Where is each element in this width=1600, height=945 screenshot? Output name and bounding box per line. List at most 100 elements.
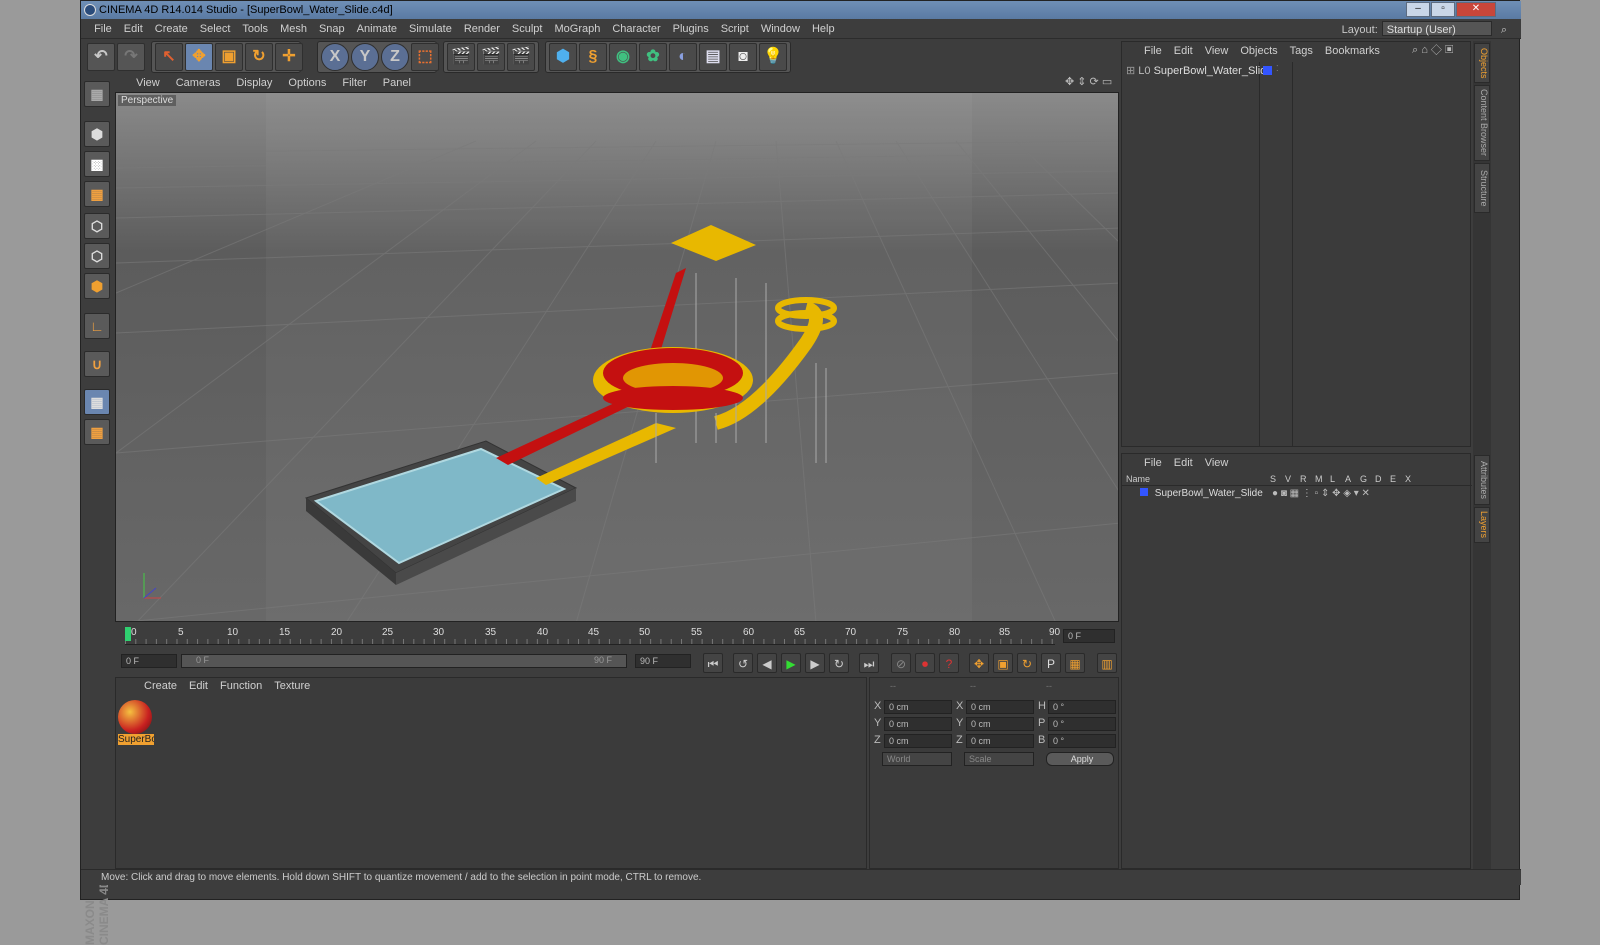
rotation-p-field[interactable]: 0 ° [1048, 717, 1116, 731]
material-menu-texture[interactable]: Texture [268, 678, 316, 694]
locked-workplane-icon[interactable]: ▦ [84, 419, 110, 445]
next-frame-icon[interactable]: ▶ [805, 653, 825, 673]
texture-mode-icon[interactable]: ▩ [84, 151, 110, 177]
size-x-field[interactable]: 0 cm [966, 700, 1034, 714]
menu-file[interactable]: File [88, 19, 118, 39]
coordinate-system-icon[interactable]: ⬚ [411, 43, 439, 71]
material-menu-function[interactable]: Function [214, 678, 268, 694]
maximize-button[interactable]: ▫ [1431, 2, 1455, 17]
previous-frame-icon[interactable]: ◀ [757, 653, 777, 673]
menu-mesh[interactable]: Mesh [274, 19, 313, 39]
key-position-icon[interactable]: ✥ [969, 653, 989, 673]
rotation-b-field[interactable]: 0 ° [1048, 734, 1116, 748]
make-editable-icon[interactable]: ▦ [84, 81, 110, 107]
edges-mode-icon[interactable]: ⬡ [84, 243, 110, 269]
position-z-field[interactable]: 0 cm [884, 734, 952, 748]
viewport-menu-filter[interactable]: Filter [334, 75, 374, 91]
play-icon[interactable]: ▶ [781, 653, 801, 673]
menu-simulate[interactable]: Simulate [403, 19, 458, 39]
position-y-field[interactable]: 0 cm [884, 717, 952, 731]
current-frame-field[interactable]: 0 F [1063, 629, 1115, 643]
layer-menu-view[interactable]: View [1199, 454, 1235, 472]
transform-icon[interactable]: ✛ [275, 43, 303, 71]
object-row[interactable]: ⊞ L0 SuperBowl_Water_Slide [1126, 64, 1272, 78]
light-icon[interactable]: 💡 [759, 43, 787, 71]
menu-script[interactable]: Script [715, 19, 755, 39]
size-mode-select[interactable]: Scale [964, 752, 1034, 766]
render-view-icon[interactable]: 🎬 [447, 43, 475, 71]
start-frame-field[interactable]: 0 F [121, 654, 177, 668]
minimize-button[interactable]: – [1406, 2, 1430, 17]
move-icon[interactable]: ✥ [185, 43, 213, 71]
end-frame-field[interactable]: 90 F [635, 654, 691, 668]
layer-menu-file[interactable]: File [1138, 454, 1168, 472]
viewport-menu-view[interactable]: View [128, 75, 168, 91]
key-scale-icon[interactable]: ▣ [993, 653, 1013, 673]
record-icon[interactable]: ⏺ [915, 653, 935, 673]
tab-structure[interactable]: Structure [1474, 163, 1490, 213]
layer-menu-edit[interactable]: Edit [1168, 454, 1199, 472]
object-menu-bookmarks[interactable]: Bookmarks [1319, 42, 1386, 60]
help-key-icon[interactable]: ? [939, 653, 959, 673]
floor-scene-icon[interactable]: ▤ [699, 43, 727, 71]
coordinate-space-select[interactable]: World [882, 752, 952, 766]
size-z-field[interactable]: 0 cm [966, 734, 1034, 748]
cube-object-icon[interactable]: ⬢ [549, 43, 577, 71]
go-to-end-icon[interactable]: ⏭ [859, 653, 879, 673]
expand-icon[interactable]: ⊞ [1126, 65, 1135, 77]
viewport-menu-panel[interactable]: Panel [375, 75, 419, 91]
layer-row[interactable]: SuperBowl_Water_Slide ● ◙ ▦ ⋮ ▫ ⇕ ✥ ◈ ▾ … [1126, 488, 1466, 500]
viewport-menu-cameras[interactable]: Cameras [168, 75, 229, 91]
y-axis-lock-icon[interactable]: Y [351, 43, 379, 71]
timeline-window-icon[interactable]: ▥ [1097, 653, 1117, 673]
material-swatch[interactable]: SuperBo [118, 700, 154, 748]
rotate-icon[interactable]: ↻ [245, 43, 273, 71]
polygons-mode-icon[interactable]: ⬢ [84, 273, 110, 299]
object-nav-icons[interactable]: ⌕ ⌂ ◇ ▣ [1412, 44, 1453, 57]
go-to-start-icon[interactable]: ⏮ [703, 653, 723, 673]
tab-content-browser[interactable]: Content Browser [1474, 85, 1490, 161]
rotation-h-field[interactable]: 0 ° [1048, 700, 1116, 714]
perspective-viewport[interactable]: Perspective [115, 92, 1119, 622]
camera-icon[interactable]: ◙ [729, 43, 757, 71]
size-y-field[interactable]: 0 cm [966, 717, 1034, 731]
menu-sculpt[interactable]: Sculpt [506, 19, 549, 39]
autokey-disabled-icon[interactable]: ⊘ [891, 653, 911, 673]
live-selection-icon[interactable]: ↖ [155, 43, 183, 71]
menu-animate[interactable]: Animate [351, 19, 403, 39]
tab-layers[interactable]: Layers [1474, 507, 1490, 543]
viewport-menu-display[interactable]: Display [228, 75, 280, 91]
spline-pen-icon[interactable]: § [579, 43, 607, 71]
material-menu-create[interactable]: Create [138, 678, 183, 694]
nurbs-icon[interactable]: ◉ [609, 43, 637, 71]
object-menu-tags[interactable]: Tags [1284, 42, 1319, 60]
workplane-icon[interactable]: ▦ [84, 181, 110, 207]
menu-tools[interactable]: Tools [236, 19, 274, 39]
axis-mode-icon[interactable]: ∟ [84, 313, 110, 339]
menu-plugins[interactable]: Plugins [667, 19, 715, 39]
menu-create[interactable]: Create [149, 19, 194, 39]
viewport-menu-options[interactable]: Options [280, 75, 334, 91]
tab-objects[interactable]: Objects [1474, 43, 1490, 83]
redo-icon[interactable]: ↷ [117, 43, 145, 71]
material-menu-edit[interactable]: Edit [183, 678, 214, 694]
render-picture-viewer-icon[interactable]: 🎬 [477, 43, 505, 71]
search-icon[interactable]: ⌕ [1501, 24, 1507, 36]
workplane-grid-icon[interactable]: ▦ [84, 389, 110, 415]
menu-edit[interactable]: Edit [118, 19, 149, 39]
layer-flags-icons[interactable]: ● ◙ ▦ ⋮ ▫ ⇕ ✥ ◈ ▾ ✕ [1272, 488, 1370, 500]
layout-select[interactable]: Startup (User) [1381, 21, 1492, 36]
menu-character[interactable]: Character [606, 19, 666, 39]
frame-range-slider[interactable]: 0 F 90 F [181, 654, 627, 668]
position-x-field[interactable]: 0 cm [884, 700, 952, 714]
object-menu-file[interactable]: File [1138, 42, 1168, 60]
tab-attributes[interactable]: Attributes [1474, 455, 1490, 505]
x-axis-lock-icon[interactable]: X [321, 43, 349, 71]
z-axis-lock-icon[interactable]: Z [381, 43, 409, 71]
menu-help[interactable]: Help [806, 19, 841, 39]
model-mode-icon[interactable]: ⬢ [84, 121, 110, 147]
key-parameter-icon[interactable]: P [1041, 653, 1061, 673]
render-settings-icon[interactable]: 🎬 [507, 43, 535, 71]
visibility-dots-icon[interactable]: ⁚ [1276, 64, 1279, 73]
undo-icon[interactable]: ↶ [87, 43, 115, 71]
